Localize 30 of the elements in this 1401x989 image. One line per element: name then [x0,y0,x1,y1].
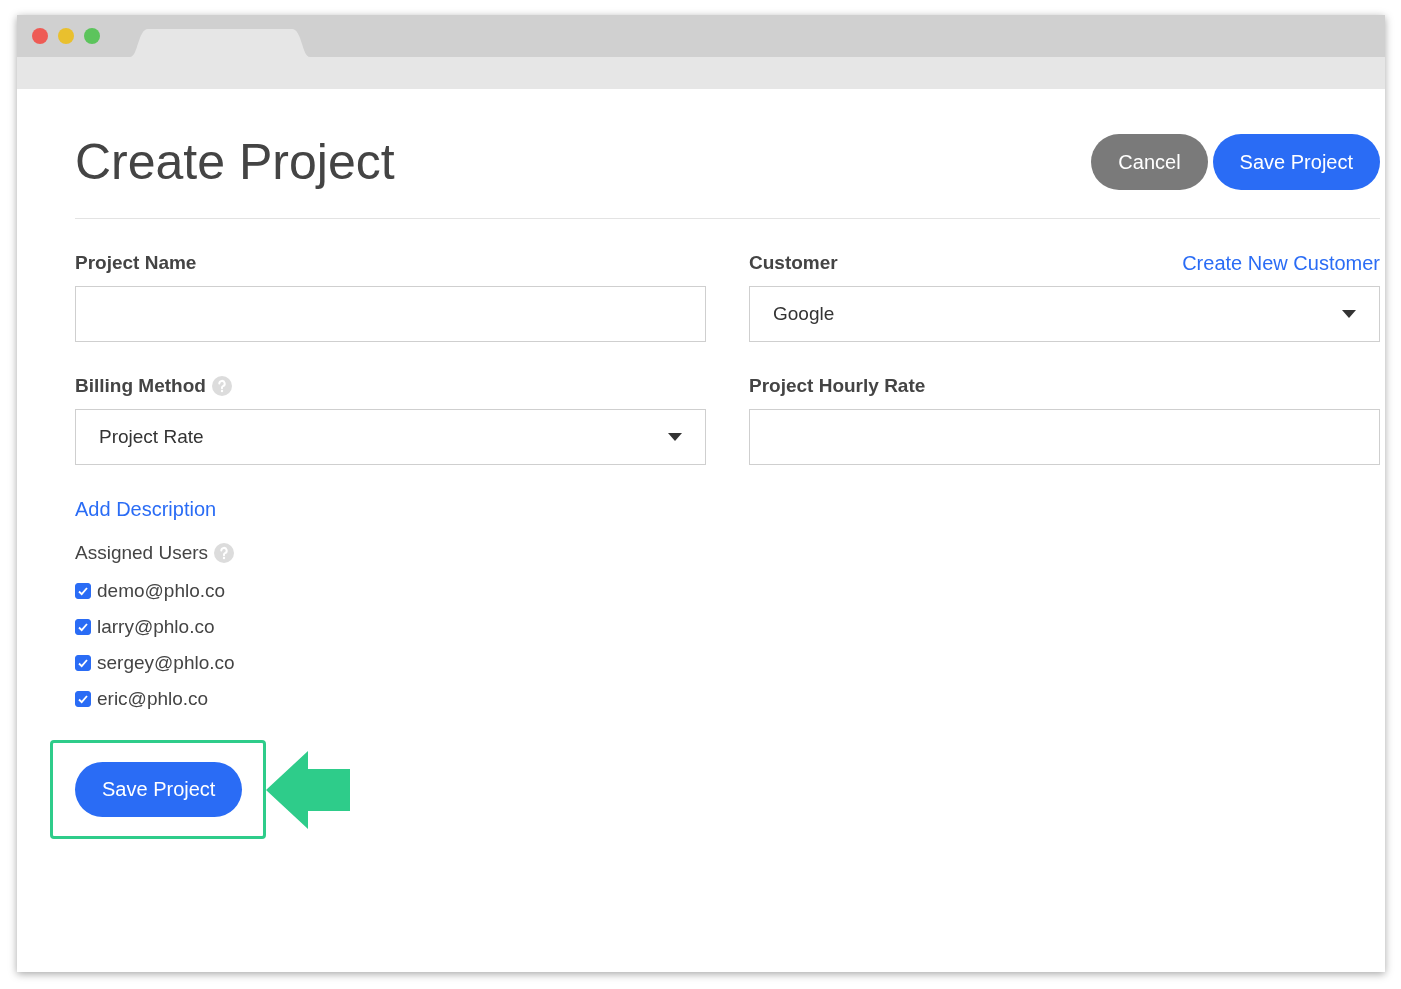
caret-icon [668,433,682,441]
help-icon[interactable] [214,543,235,563]
dropdown[interactable]: Google [749,286,1380,342]
checkbox[interactable] [75,619,91,635]
user-email: larry@phlo.co [97,616,215,638]
input-field[interactable] [75,286,706,342]
field-label: Customer [749,252,838,274]
field-label: Billing Method [75,375,206,397]
user-email: sergey@phlo.co [97,652,235,674]
checkbox[interactable] [75,691,91,707]
caret-icon [1342,310,1356,318]
maximize-window-icon[interactable] [84,28,100,44]
save-project-button[interactable]: Save Project [1212,134,1380,190]
page-title: Create Project [75,133,396,191]
create-customer-link[interactable]: Create New Customer [1182,251,1380,275]
checkbox[interactable] [75,655,91,671]
minimize-window-icon[interactable] [58,28,74,44]
add-description-link[interactable]: Add Description [75,498,217,521]
checkbox[interactable] [75,583,91,599]
help-icon[interactable] [211,376,232,396]
input-field[interactable] [749,409,1380,465]
save-project-button[interactable]: Save Project [75,762,243,817]
close-window-icon[interactable] [32,28,48,44]
user-email: demo@phlo.co [97,580,226,602]
field-label: Project Name [75,252,197,274]
cancel-button[interactable]: Cancel [1091,134,1208,190]
section-label: Assigned Users [75,542,209,564]
dropdown[interactable]: Project Rate [75,409,706,465]
user-email: eric@phlo.co [97,688,209,710]
field-label: Project Hourly Rate [749,375,926,397]
